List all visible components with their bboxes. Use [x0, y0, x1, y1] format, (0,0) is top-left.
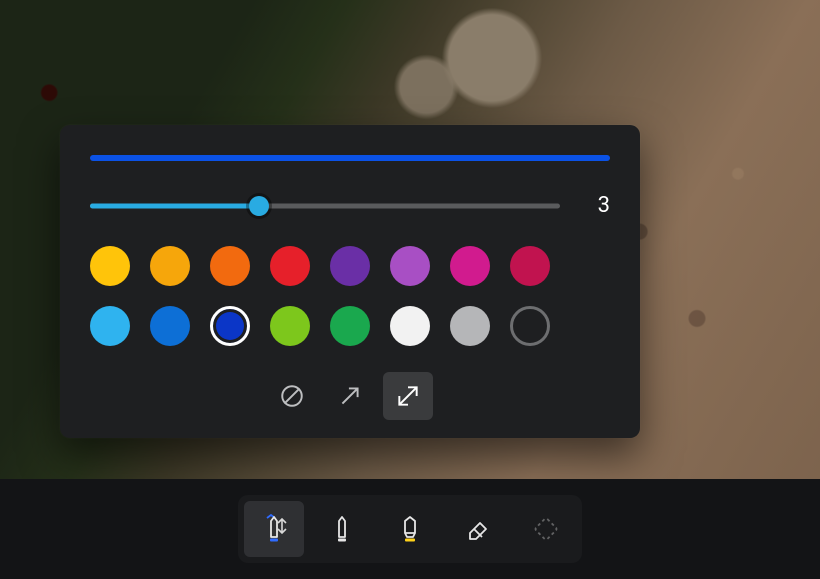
- thickness-slider[interactable]: [90, 196, 560, 216]
- arrow-tip-row: [90, 372, 610, 420]
- color-no-color[interactable]: [510, 306, 550, 346]
- color-purple[interactable]: [330, 246, 370, 286]
- slider-thumb[interactable]: [249, 196, 269, 216]
- thickness-value: 3: [590, 193, 610, 218]
- color-magenta[interactable]: [450, 246, 490, 286]
- color-red[interactable]: [270, 246, 310, 286]
- color-amber[interactable]: [150, 246, 190, 286]
- color-blue[interactable]: [210, 306, 250, 346]
- tool-eraser[interactable]: [448, 501, 508, 557]
- bottom-toolbar: [0, 479, 820, 579]
- annotation-style-panel: 3: [60, 125, 640, 438]
- color-crimson[interactable]: [510, 246, 550, 286]
- slider-fill: [90, 203, 259, 208]
- tool-group: [238, 495, 582, 563]
- thickness-row: 3: [90, 193, 610, 218]
- color-azure[interactable]: [150, 306, 190, 346]
- tool-shape[interactable]: [516, 501, 576, 557]
- color-gray[interactable]: [450, 306, 490, 346]
- color-violet[interactable]: [390, 246, 430, 286]
- color-green[interactable]: [330, 306, 370, 346]
- tool-highlighter[interactable]: [380, 501, 440, 557]
- color-yellow[interactable]: [90, 246, 130, 286]
- tip-arrow-double[interactable]: [383, 372, 433, 420]
- tool-pen[interactable]: [244, 501, 304, 557]
- tip-arrow-single[interactable]: [325, 372, 375, 420]
- tool-pen-secondary[interactable]: [312, 501, 372, 557]
- color-sky[interactable]: [90, 306, 130, 346]
- color-swatches: [90, 246, 610, 346]
- color-lime[interactable]: [270, 306, 310, 346]
- tip-none[interactable]: [267, 372, 317, 420]
- color-white[interactable]: [390, 306, 430, 346]
- stroke-preview: [90, 155, 610, 161]
- color-orange[interactable]: [210, 246, 250, 286]
